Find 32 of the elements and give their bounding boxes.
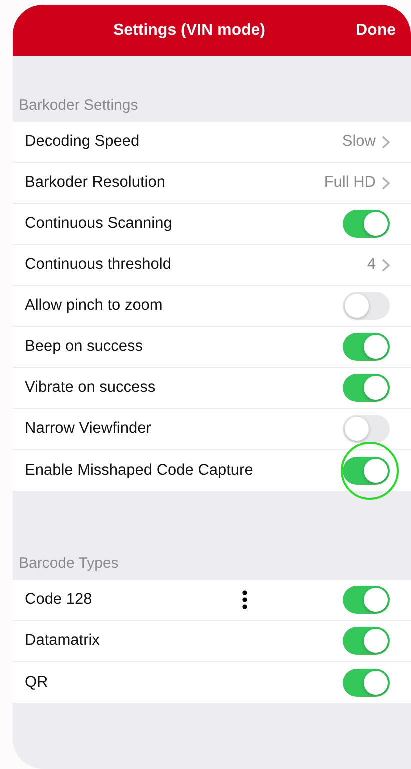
chevron-icon	[382, 176, 390, 190]
setting-label: Continuous Scanning	[25, 215, 174, 233]
section-title: Barkoder Settings	[18, 97, 140, 116]
section-title: Barcode Types	[18, 555, 120, 574]
header-title: Settings (VIN mode)	[112, 22, 266, 40]
setting-label: Decoding Speed	[25, 133, 141, 151]
toggle-switch[interactable]	[343, 415, 390, 443]
setting-value: Slow	[342, 133, 376, 151]
setting-label: Beep on success	[25, 338, 144, 356]
setting-value: 4	[367, 256, 376, 274]
setting-label: Continuous threshold	[25, 256, 172, 274]
setting-label: Code 128	[25, 591, 94, 609]
chevron-icon	[382, 258, 390, 272]
setting-label: Narrow Viewfinder	[25, 420, 152, 438]
more-icon[interactable]	[242, 590, 248, 610]
setting-label: Allow pinch to zoom	[25, 297, 164, 315]
chevron-icon	[382, 136, 390, 148]
toggle-switch[interactable]	[343, 374, 390, 402]
toggle-switch[interactable]	[343, 292, 390, 320]
setting-label: Datamatrix	[25, 632, 101, 650]
toggle-switch[interactable]	[343, 586, 390, 614]
toggle-switch[interactable]	[343, 333, 390, 361]
setting-label: Vibrate on success	[25, 379, 157, 397]
setting-label: QR	[25, 674, 50, 692]
setting-label: Enable Misshaped Code Capture	[25, 462, 254, 480]
toggle-switch[interactable]	[343, 210, 390, 238]
toggle-switch[interactable]	[343, 668, 390, 696]
done-button[interactable]: Done	[346, 22, 411, 40]
toggle-switch[interactable]	[343, 627, 390, 655]
setting-value: Full HD	[324, 174, 376, 192]
setting-label: Barkoder Resolution	[25, 174, 166, 192]
toggle-switch[interactable]	[343, 456, 390, 484]
